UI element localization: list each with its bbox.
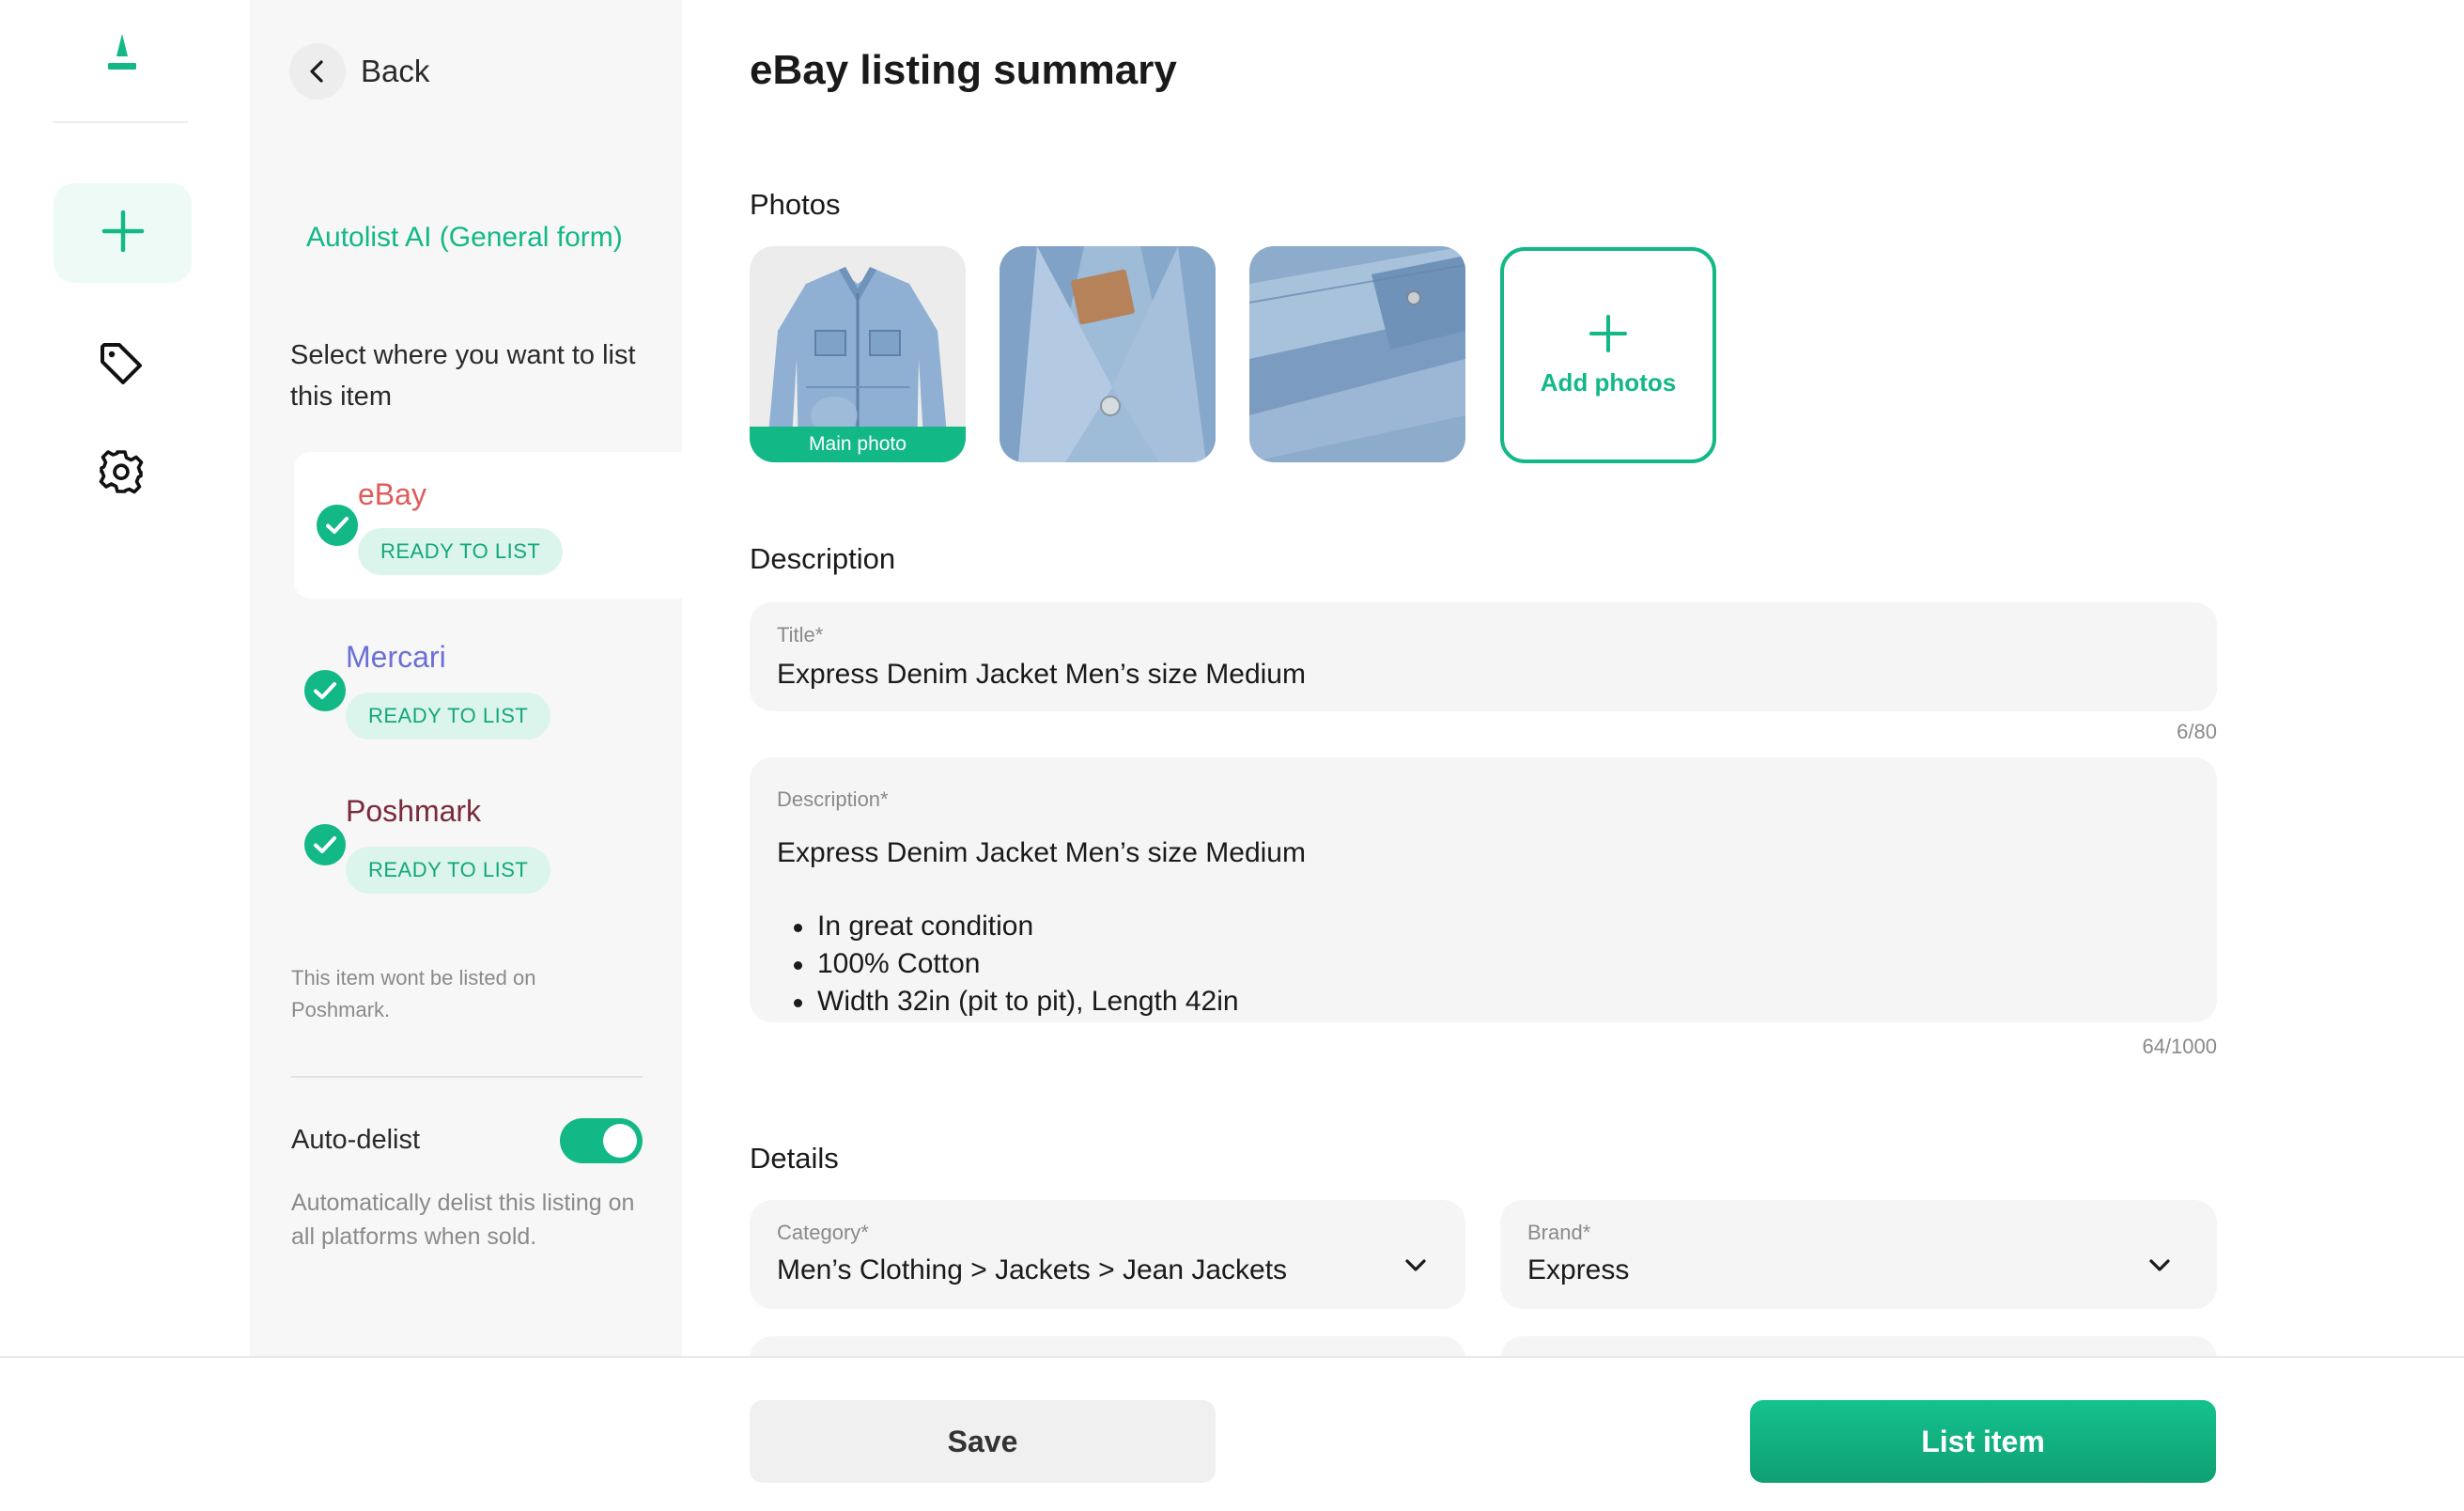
marketplace-name: Mercari <box>346 640 446 674</box>
chevron-left-icon <box>289 43 346 100</box>
check-circle-icon <box>304 670 346 711</box>
brand-field-value: Express <box>1527 1254 1630 1285</box>
marketplace-item-ebay[interactable]: eBay READY TO LIST <box>294 452 682 599</box>
add-photos-label: Add photos <box>1540 368 1677 397</box>
rail-divider <box>53 121 188 123</box>
back-button[interactable]: Back <box>289 43 429 100</box>
action-bar: Save List item <box>0 1356 2464 1511</box>
description-char-counter: 64/1000 <box>2142 1035 2217 1058</box>
list-item: 100% Cotton <box>790 945 1239 983</box>
chevron-down-icon <box>2146 1251 2174 1279</box>
side-divider <box>291 1076 643 1078</box>
auto-delist-toggle[interactable] <box>560 1118 643 1163</box>
plus-icon <box>1588 313 1629 359</box>
jacket-sleeve-image <box>1249 246 1465 462</box>
title-field-label: Title* <box>777 623 824 646</box>
check-circle-icon <box>304 824 346 865</box>
status-badge: READY TO LIST <box>358 528 564 575</box>
page-title: eBay listing summary <box>750 47 1177 93</box>
title-field[interactable]: Title* Express Denim Jacket Men’s size M… <box>750 602 2217 711</box>
save-button[interactable]: Save <box>750 1400 1216 1483</box>
details-section-title: Details <box>750 1142 839 1175</box>
auto-delist-label: Auto-delist <box>291 1125 421 1155</box>
category-field-label: Category* <box>777 1221 869 1244</box>
description-field[interactable]: Description* Express Denim Jacket Men’s … <box>750 757 2217 1022</box>
toggle-knob <box>603 1124 637 1158</box>
description-bullets: In great condition 100% Cotton Width 32i… <box>790 908 1239 1020</box>
tag-icon <box>97 339 146 393</box>
poshmark-note: This item wont be listed on Poshmark. <box>291 966 536 1021</box>
check-circle-icon <box>317 505 358 546</box>
new-listing-button[interactable] <box>54 183 192 283</box>
listing-photo-main[interactable]: Main photo <box>750 246 966 462</box>
description-section-title: Description <box>750 542 896 575</box>
marketplace-prompt: Select where you want to list this item <box>290 340 636 412</box>
list-item-button[interactable]: List item <box>1750 1400 2216 1483</box>
marketplace-item-mercari[interactable]: Mercari READY TO LIST <box>294 617 682 764</box>
description-field-label: Description* <box>777 787 889 811</box>
description-heading: Express Denim Jacket Men’s size Medium <box>777 837 1306 868</box>
brand-select[interactable]: Brand* Express <box>1500 1200 2217 1309</box>
jacket-collar-image <box>1000 246 1216 462</box>
marketplace-name: Poshmark <box>346 794 482 828</box>
status-badge: READY TO LIST <box>346 693 551 740</box>
listing-photo-3[interactable] <box>1249 246 1465 462</box>
chevron-down-icon <box>1402 1251 1430 1279</box>
photos-section-title: Photos <box>750 188 841 221</box>
listings-nav-button[interactable] <box>89 334 153 397</box>
title-field-value: Express Denim Jacket Men’s size Medium <box>777 659 1306 690</box>
add-photos-button[interactable]: Add photos <box>1500 247 1716 463</box>
list-item: Width 32in (pit to pit), Length 42in <box>790 983 1239 1020</box>
plus-icon <box>101 209 146 258</box>
settings-nav-button[interactable] <box>89 442 153 506</box>
category-field-value: Men’s Clothing > Jackets > Jean Jackets <box>777 1254 1288 1285</box>
auto-delist-description: Automatically delist this listing on all… <box>291 1190 635 1250</box>
main-photo-label: Main photo <box>750 427 966 462</box>
brand-field-label: Brand* <box>1527 1221 1591 1244</box>
list-item: In great condition <box>790 908 1239 945</box>
icon-rail <box>0 0 242 1356</box>
marketplace-name: eBay <box>358 477 426 511</box>
autolist-logo-icon[interactable] <box>105 32 139 77</box>
general-form-link[interactable]: Autolist AI (General form) <box>306 222 623 254</box>
marketplace-item-poshmark[interactable]: Poshmark READY TO LIST <box>294 771 682 918</box>
listing-photo-2[interactable] <box>1000 246 1216 462</box>
marketplace-panel: Back Autolist AI (General form) Select w… <box>250 0 682 1356</box>
title-char-counter: 6/80 <box>2177 720 2217 743</box>
status-badge: READY TO LIST <box>346 847 551 894</box>
category-select[interactable]: Category* Men’s Clothing > Jackets > Jea… <box>750 1200 1465 1309</box>
gear-icon <box>98 448 145 500</box>
back-label: Back <box>361 54 430 88</box>
